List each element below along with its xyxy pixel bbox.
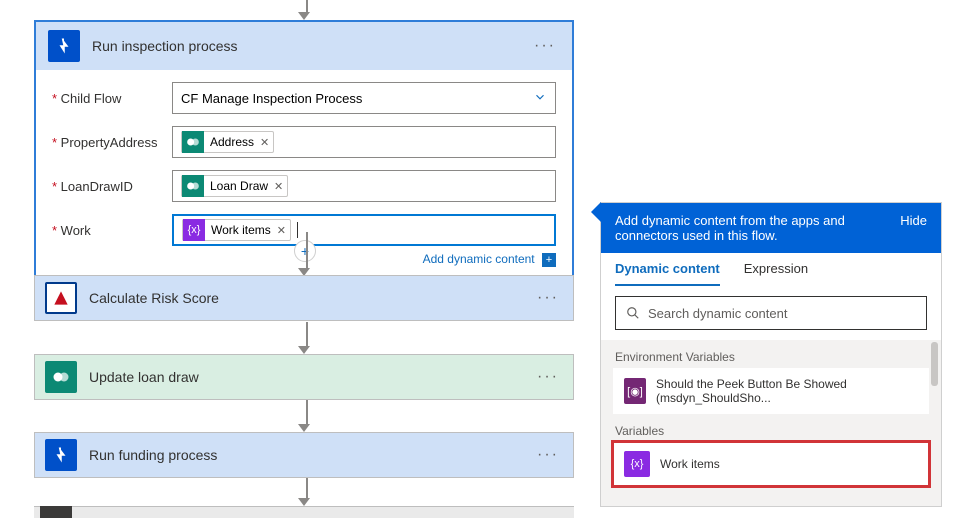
model-icon: [45, 282, 77, 314]
dataverse-icon: [182, 175, 204, 197]
token-remove-icon[interactable]: ✕: [260, 136, 269, 149]
childflow-select[interactable]: CF Manage Inspection Process: [172, 82, 556, 114]
flow-icon: [45, 439, 77, 471]
panel-headline: Add dynamic content from the apps and co…: [615, 213, 900, 243]
flow-icon: [48, 30, 80, 62]
scrollbar[interactable]: [931, 342, 938, 386]
variable-icon: {x}: [183, 219, 205, 241]
plus-icon: +: [542, 253, 556, 267]
action-card-placeholder[interactable]: [34, 506, 574, 518]
search-input[interactable]: Search dynamic content: [615, 296, 927, 330]
dyn-item-env-shouldpeek[interactable]: [◉] Should the Peek Button Be Showed (ms…: [613, 368, 929, 414]
card-menu-button[interactable]: ···: [533, 446, 563, 464]
chevron-down-icon: [533, 90, 547, 107]
section-env: Environment Variables: [601, 340, 941, 368]
dyn-item-var-workitems[interactable]: {x} Work items: [613, 442, 929, 486]
param-label-address: PropertyAddress: [52, 135, 172, 150]
card-menu-button[interactable]: ···: [530, 37, 560, 55]
card-title: Run inspection process: [92, 38, 530, 54]
action-card-risk[interactable]: Calculate Risk Score ···: [34, 275, 574, 321]
work-input[interactable]: {x} Work items ✕: [172, 214, 556, 246]
tab-dynamic-content[interactable]: Dynamic content: [615, 261, 720, 286]
dataverse-icon: [182, 131, 204, 153]
dynamic-content-panel: Add dynamic content from the apps and co…: [600, 202, 942, 507]
env-var-icon: [◉]: [624, 378, 646, 404]
hide-panel-link[interactable]: Hide: [900, 213, 927, 243]
token-remove-icon[interactable]: ✕: [274, 180, 283, 193]
card-title: Run funding process: [89, 447, 533, 463]
section-vars: Variables: [601, 414, 941, 442]
token-address[interactable]: Address ✕: [181, 131, 274, 153]
action-card-update-draw[interactable]: Update loan draw ···: [34, 354, 574, 400]
card-menu-button[interactable]: ···: [533, 368, 563, 386]
action-card-funding[interactable]: Run funding process ···: [34, 432, 574, 478]
panel-pointer: [591, 202, 601, 222]
variable-icon: {x}: [624, 451, 650, 477]
search-icon: [626, 306, 640, 320]
param-label-loandraw: LoanDrawID: [52, 179, 172, 194]
token-workitems[interactable]: {x} Work items ✕: [182, 219, 291, 241]
param-label-childflow: Child Flow: [52, 91, 172, 106]
address-input[interactable]: Address ✕: [172, 126, 556, 158]
card-title: Update loan draw: [89, 369, 533, 385]
card-title: Calculate Risk Score: [89, 290, 533, 306]
token-loandraw[interactable]: Loan Draw ✕: [181, 175, 288, 197]
loandraw-input[interactable]: Loan Draw ✕: [172, 170, 556, 202]
dataverse-icon: [45, 361, 77, 393]
token-remove-icon[interactable]: ✕: [277, 224, 286, 237]
card-menu-button[interactable]: ···: [533, 289, 563, 307]
param-label-work: Work: [52, 223, 172, 238]
tab-expression[interactable]: Expression: [744, 261, 808, 286]
text-cursor: [297, 222, 298, 238]
